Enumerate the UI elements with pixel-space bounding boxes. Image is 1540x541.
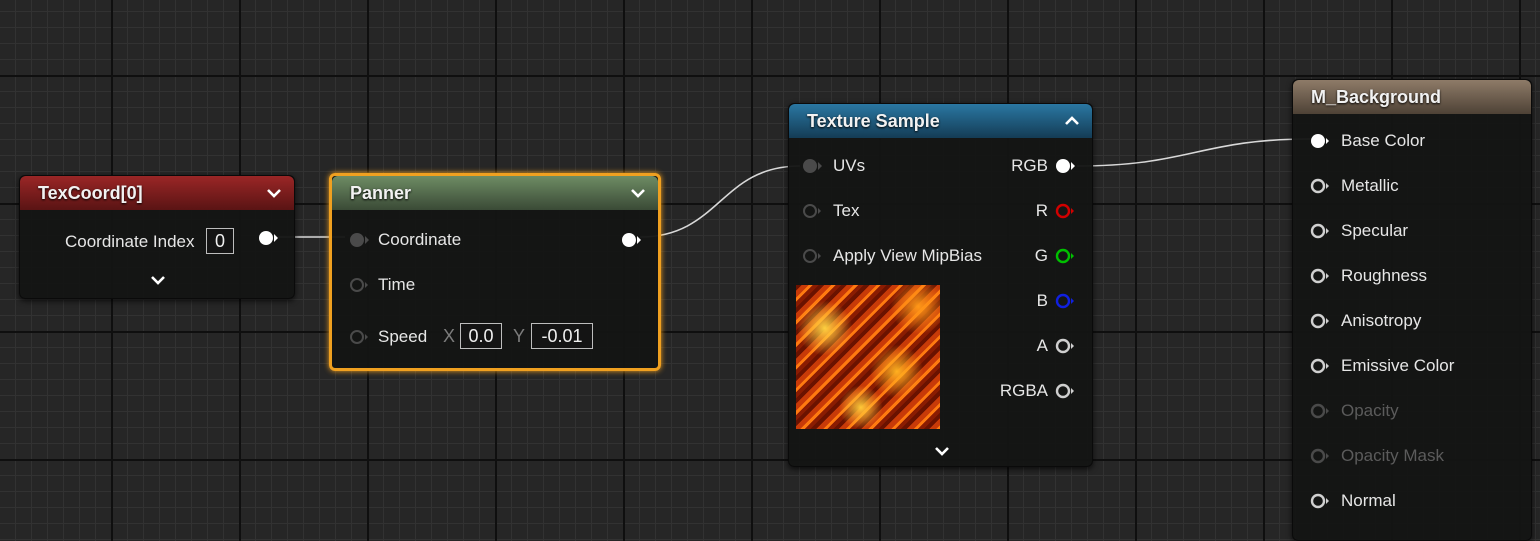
panner-coordinate-label: Coordinate	[378, 230, 462, 249]
material-input-pin[interactable]	[1309, 266, 1331, 286]
material-input-pin[interactable]	[1309, 446, 1331, 466]
panner-speed-pin[interactable]	[348, 327, 370, 347]
panner-time-label: Time	[378, 275, 416, 294]
mipbias-input-label: Apply View MipBias	[833, 246, 982, 265]
texcoord-node[interactable]: TexCoord[0] Coordinate Index 0	[19, 175, 295, 299]
speed-x-input[interactable]: 0.0	[460, 323, 502, 349]
material-input-label: Opacity Mask	[1341, 446, 1444, 465]
g-output-label: G	[1034, 246, 1048, 265]
material-input-pin[interactable]	[1309, 131, 1331, 151]
texture-expand-chevron-icon[interactable]	[932, 445, 952, 459]
coordinate-index-label: Coordinate Index	[65, 232, 195, 251]
material-input-label: Anisotropy	[1341, 311, 1422, 330]
panner-title: Panner	[350, 183, 412, 203]
tex-input-pin[interactable]	[801, 201, 823, 221]
material-input-label: Emissive Color	[1341, 356, 1455, 375]
r-output-label: R	[1035, 201, 1048, 220]
chevron-up-icon[interactable]	[1062, 104, 1082, 138]
panner-coordinate-pin[interactable]	[348, 230, 370, 250]
texture-sample-node-header[interactable]: Texture Sample	[789, 104, 1092, 138]
rgba-output-label: RGBA	[999, 381, 1048, 400]
a-output-label: A	[1036, 336, 1048, 355]
rgb-output-pin[interactable]	[1054, 156, 1076, 176]
wire-panner-to-texture-uvs	[639, 165, 801, 238]
wire-rgb-to-base-color	[1076, 138, 1311, 167]
speed-y-axis-label: Y	[513, 326, 526, 346]
mipbias-input-pin[interactable]	[801, 246, 823, 266]
material-input-pin[interactable]	[1309, 491, 1331, 511]
b-output-label: B	[1036, 291, 1048, 310]
material-input-label: Specular	[1341, 221, 1409, 240]
texture-sample-title: Texture Sample	[807, 111, 940, 131]
coordinate-index-input[interactable]: 0	[206, 228, 234, 254]
material-input-label: Opacity	[1341, 401, 1399, 420]
material-input-pin[interactable]	[1309, 401, 1331, 421]
tex-input-label: Tex	[833, 201, 860, 220]
speed-y-input[interactable]: -0.01	[531, 323, 593, 349]
texcoord-node-header[interactable]: TexCoord[0]	[20, 176, 294, 210]
uvs-input-label: UVs	[833, 156, 866, 175]
a-output-pin[interactable]	[1054, 336, 1076, 356]
texcoord-title: TexCoord[0]	[38, 183, 143, 203]
panner-output-pin[interactable]	[620, 230, 642, 250]
g-output-pin[interactable]	[1054, 246, 1076, 266]
material-input-label: Metallic	[1341, 176, 1399, 195]
texcoord-output-pin[interactable]	[257, 228, 279, 248]
material-input-pin[interactable]	[1309, 176, 1331, 196]
material-input-label: Normal	[1341, 491, 1396, 510]
material-input-label: Roughness	[1341, 266, 1428, 285]
material-input-pin[interactable]	[1309, 311, 1331, 331]
material-node-header[interactable]: M_Background	[1293, 80, 1531, 114]
r-output-pin[interactable]	[1054, 201, 1076, 221]
speed-x-axis-label: X	[443, 326, 456, 346]
b-output-pin[interactable]	[1054, 291, 1076, 311]
material-input-label: Base Color	[1341, 131, 1426, 150]
panner-node[interactable]: Panner Coordinate Time Speed X 0.0 Y -0.…	[329, 173, 661, 371]
material-input-pin[interactable]	[1309, 356, 1331, 376]
uvs-input-pin[interactable]	[801, 156, 823, 176]
panner-node-header[interactable]: Panner	[332, 176, 658, 210]
rgb-output-label: RGB	[1011, 156, 1048, 175]
rgba-output-pin[interactable]	[1054, 381, 1076, 401]
texcoord-expand-chevron-icon[interactable]	[148, 274, 168, 288]
chevron-down-icon[interactable]	[628, 176, 648, 210]
panner-speed-label: Speed	[378, 327, 428, 346]
material-result-node[interactable]: M_Background Base Color Metallic Specular R…	[1292, 79, 1532, 541]
material-input-pin[interactable]	[1309, 221, 1331, 241]
texture-sample-node[interactable]: Texture Sample UVs Tex Apply View MipBia…	[788, 103, 1093, 467]
texture-preview-image	[796, 285, 940, 429]
material-title: M_Background	[1311, 87, 1442, 107]
chevron-down-icon[interactable]	[264, 176, 284, 210]
panner-time-pin[interactable]	[348, 275, 370, 295]
